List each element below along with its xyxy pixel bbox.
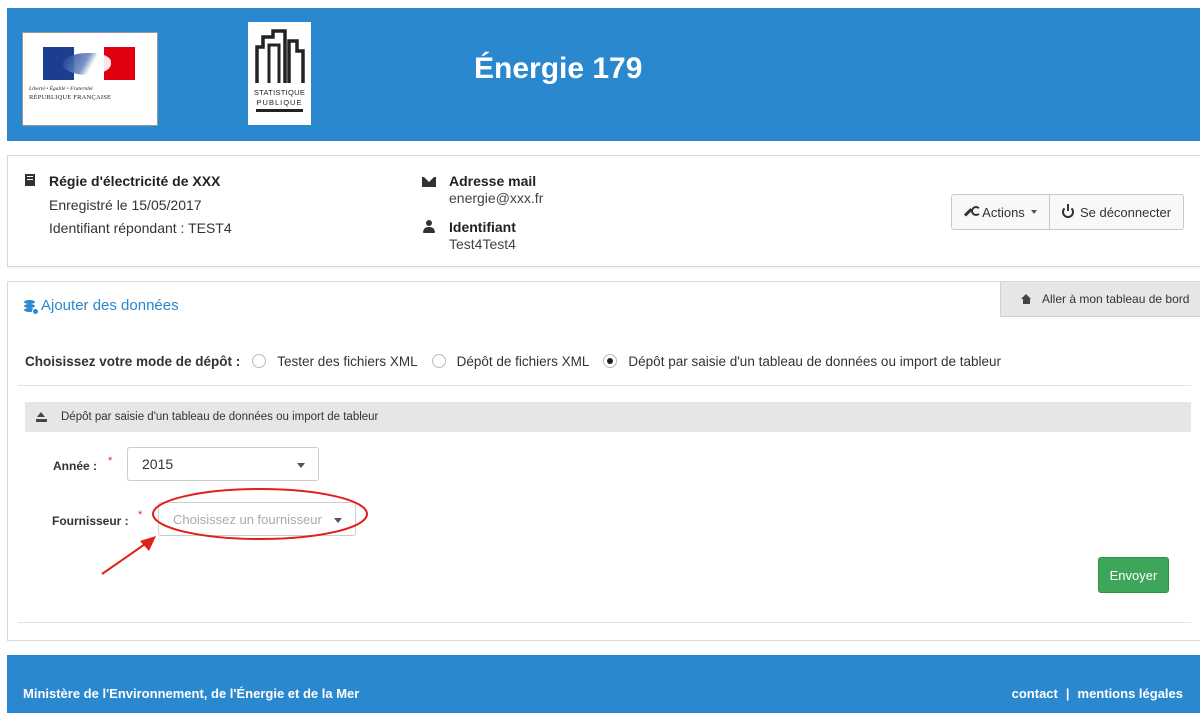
app-footer: Ministère de l'Environnement, de l'Énerg… — [7, 655, 1200, 713]
supplier-label: Fournisseur : — [52, 514, 129, 528]
dashboard-link-label: Aller à mon tableau de bord — [1042, 292, 1190, 306]
upload-icon — [36, 412, 47, 422]
caret-down-icon — [297, 463, 305, 468]
divider — [18, 622, 1191, 623]
actions-dropdown-button[interactable]: Actions — [951, 194, 1050, 230]
rf-motto: Liberté • Égalité • Fraternité — [29, 86, 93, 92]
mode-option-label: Dépôt par saisie d'un tableau de données… — [628, 353, 1002, 369]
caret-down-icon — [334, 518, 342, 523]
upload-section-title: Dépôt par saisie d'un tableau de données… — [61, 411, 379, 423]
republique-francaise-logo: Liberté • Égalité • Fraternité RÉPUBLIQU… — [22, 32, 158, 126]
deposit-mode-group: Choisissez votre mode de dépôt : Tester … — [25, 352, 1015, 370]
wrench-icon — [964, 205, 982, 219]
mail-title: Adresse mail — [449, 173, 537, 189]
app-title: Énergie 179 — [474, 52, 643, 85]
building-columns-icon — [255, 29, 305, 83]
logout-button[interactable]: Se déconnecter — [1049, 194, 1184, 230]
logout-label: Se déconnecter — [1079, 204, 1172, 220]
statistique-publique-logo: STATISTIQUE PUBLIQUE — [248, 22, 311, 125]
contact-link[interactable]: contact — [1012, 686, 1058, 701]
ministry-name: Ministère de l'Environnement, de l'Énerg… — [23, 686, 360, 701]
power-icon — [1061, 204, 1074, 218]
caret-down-icon — [1030, 210, 1037, 214]
registration-date: Enregistré le 15/05/2017 — [49, 197, 202, 213]
envelope-icon — [422, 177, 436, 187]
required-marker: * — [108, 455, 113, 467]
identifier-value: Test4Test4 — [449, 236, 516, 252]
sp-line1: STATISTIQUE — [253, 88, 306, 97]
actions-label: Actions — [982, 204, 1025, 220]
add-data-panel: Ajouter des données Aller à mon tableau … — [7, 281, 1200, 641]
dashboard-link[interactable]: Aller à mon tableau de bord — [1000, 282, 1200, 317]
radio-button-selected[interactable] — [603, 354, 618, 368]
home-icon — [1021, 294, 1032, 304]
required-marker: * — [138, 509, 143, 521]
mode-option-table-entry[interactable]: Dépôt par saisie d'un tableau de données… — [603, 354, 1001, 369]
divider — [18, 385, 1191, 386]
marianne-flag-icon — [43, 47, 135, 80]
supplier-select[interactable]: Choisissez un fournisseur — [158, 502, 356, 536]
submit-button[interactable]: Envoyer — [1098, 557, 1169, 593]
respondent-id: Identifiant répondant : TEST4 — [49, 220, 232, 236]
building-icon — [25, 174, 35, 186]
year-select[interactable]: 2015 — [127, 447, 319, 481]
account-info-panel: Régie d'électricité de XXX Enregistré le… — [7, 155, 1200, 267]
mode-option-test-xml[interactable]: Tester des fichiers XML — [252, 353, 418, 369]
supplier-placeholder: Choisissez un fournisseur — [173, 511, 322, 527]
deposit-mode-label: Choisissez votre mode de dépôt : — [25, 353, 241, 369]
section-title: Ajouter des données — [41, 297, 179, 314]
year-label: Année : — [53, 459, 98, 473]
footer-links: contact | mentions légales — [1012, 686, 1183, 701]
radio-button[interactable] — [431, 354, 446, 368]
app-header: Liberté • Égalité • Fraternité RÉPUBLIQU… — [7, 8, 1200, 141]
mode-option-label: Dépôt de fichiers XML — [456, 353, 590, 369]
identifier-title: Identifiant — [449, 219, 516, 235]
mode-option-xml-files[interactable]: Dépôt de fichiers XML — [431, 353, 590, 369]
sp-line2: PUBLIQUE — [256, 98, 303, 107]
radio-button[interactable] — [252, 354, 267, 368]
database-add-icon — [24, 300, 39, 315]
rf-name: RÉPUBLIQUE FRANÇAISE — [29, 94, 112, 101]
year-value: 2015 — [142, 456, 174, 472]
upload-section-header: Dépôt par saisie d'un tableau de données… — [25, 402, 1191, 432]
organization-name: Régie d'électricité de XXX — [49, 173, 221, 189]
user-icon — [423, 220, 435, 234]
mail-value: energie@xxx.fr — [449, 190, 544, 206]
mode-option-label: Tester des fichiers XML — [277, 353, 418, 369]
sp-underline — [256, 109, 303, 112]
legal-notice-link[interactable]: mentions légales — [1078, 686, 1183, 701]
footer-separator: | — [1065, 686, 1070, 701]
